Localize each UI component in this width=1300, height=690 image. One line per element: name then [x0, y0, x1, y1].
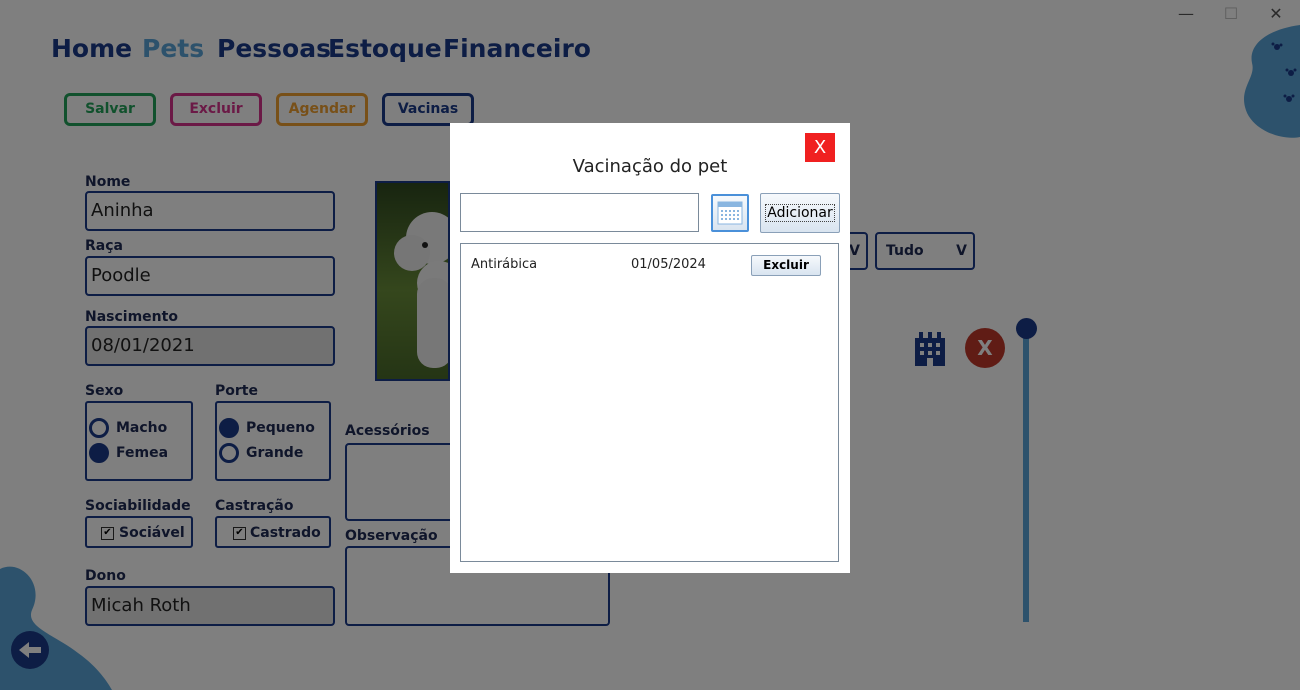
vaccine-date: 01/05/2024 — [631, 257, 706, 272]
date-picker-button[interactable] — [711, 194, 749, 232]
vaccine-list: Antirábica 01/05/2024 Excluir — [460, 243, 839, 562]
add-vaccine-label: Adicionar — [765, 204, 835, 222]
vaccine-name: Antirábica — [471, 257, 538, 272]
dialog-title: Vacinação do pet — [572, 156, 728, 177]
vaccine-row: Antirábica 01/05/2024 Excluir — [461, 254, 838, 278]
vaccination-dialog: X Vacinação do pet Adicionar Antirábica … — [450, 123, 850, 573]
add-vaccine-button[interactable]: Adicionar — [760, 193, 840, 233]
pet-registration-screen: — ☐ ✕ Home Pets Pessoas Estoque Financei… — [0, 0, 1300, 690]
delete-vaccine-button[interactable]: Excluir — [751, 255, 821, 276]
vaccine-input[interactable] — [460, 193, 699, 232]
calendar-icon — [717, 201, 743, 225]
